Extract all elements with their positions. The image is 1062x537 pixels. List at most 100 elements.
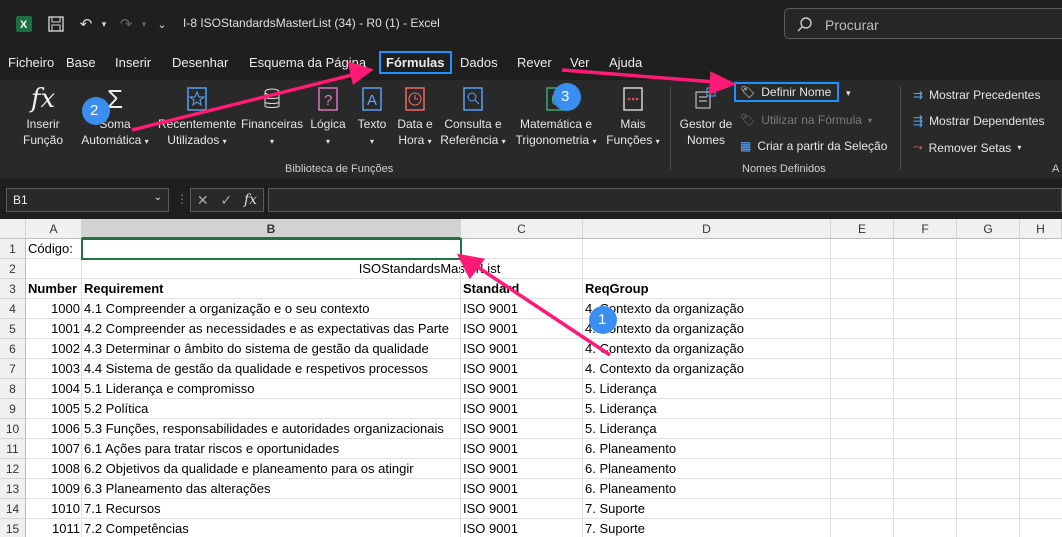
tab-formulas[interactable]: Fórmulas [379,51,452,74]
tab-ficheiro[interactable]: Ficheiro [8,55,54,70]
cell-d6[interactable]: 4. Contexto da organização [583,339,831,359]
column-header-a[interactable]: A [26,219,82,239]
save-icon[interactable] [44,12,68,36]
cell-d11[interactable]: 6. Planeamento [583,439,831,459]
tab-desenhar[interactable]: Desenhar [172,55,228,70]
cell-a8[interactable]: 1004 [26,379,82,399]
cell-a4[interactable]: 1000 [26,299,82,319]
name-manager-button[interactable]: Gestor de Nomes [676,86,736,148]
cell-d14[interactable]: 7. Suporte [583,499,831,519]
tab-rever[interactable]: Rever [517,55,552,70]
cell-d9[interactable]: 5. Liderança [583,399,831,419]
cell-c15[interactable]: ISO 9001 [461,519,583,537]
tab-ver[interactable]: Ver [570,55,590,70]
cell-a6[interactable]: 1002 [26,339,82,359]
cell-a11[interactable]: 1007 [26,439,82,459]
formula-input[interactable] [268,188,1062,212]
cell-a9[interactable]: 1005 [26,399,82,419]
row-header[interactable]: 8 [0,379,26,399]
name-box[interactable]: B1 ⌄ [6,188,169,212]
column-header-f[interactable]: F [894,219,957,239]
cell-b9[interactable]: 5.2 Política [82,399,461,419]
lookup-button[interactable]: Consulta e Referência ▾ [438,86,508,150]
undo-dropdown-icon[interactable]: ▾ [98,12,110,36]
cell-a5[interactable]: 1001 [26,319,82,339]
cell-c8[interactable]: ISO 9001 [461,379,583,399]
row-header[interactable]: 15 [0,519,26,537]
cell-c14[interactable]: ISO 9001 [461,499,583,519]
insert-function-icon[interactable]: fx [244,192,257,208]
tab-base[interactable]: Base [66,55,96,70]
cell-d7[interactable]: 4. Contexto da organização [583,359,831,379]
spreadsheet-grid[interactable]: A B C D E F G H 1 Código: 2 ISOStandardsMas… [0,219,1062,537]
cell-b4[interactable]: 4.1 Compreender a organização e o seu co… [82,299,461,319]
more-functions-button[interactable]: Mais Funções ▾ [604,86,662,150]
cell-b6[interactable]: 4.3 Determinar o âmbito do sistema de ge… [82,339,461,359]
row-header[interactable]: 9 [0,399,26,419]
remove-arrows-button[interactable]: ⤳ Remover Setas ▾ [913,140,1021,155]
cell-a15[interactable]: 1011 [26,519,82,537]
row-header[interactable]: 14 [0,499,26,519]
cell-a12[interactable]: 1008 [26,459,82,479]
tab-ajuda[interactable]: Ajuda [609,55,642,70]
column-header-g[interactable]: G [957,219,1020,239]
create-from-selection-button[interactable]: ▦ Criar a partir da Seleção [740,139,887,153]
column-header-d[interactable]: D [583,219,831,239]
cell-b10[interactable]: 5.3 Funções, responsabilidades e autorid… [82,419,461,439]
formula-bar-splitter-icon[interactable]: ⋮ [176,192,188,206]
cell-c9[interactable]: ISO 9001 [461,399,583,419]
cell-b14[interactable]: 7.1 Recursos [82,499,461,519]
datetime-button[interactable]: Data e Hora ▾ [394,86,436,150]
cell-c3[interactable]: Standard [461,279,583,299]
cell-b13[interactable]: 6.3 Planeamento das alterações [82,479,461,499]
cell-d8[interactable]: 5. Liderança [583,379,831,399]
enter-icon[interactable]: ✓ [220,192,232,209]
cell-a7[interactable]: 1003 [26,359,82,379]
column-header-c[interactable]: C [461,219,583,239]
cell-c11[interactable]: ISO 9001 [461,439,583,459]
cell-b5[interactable]: 4.2 Compreender as necessidades e as exp… [82,319,461,339]
customize-toolbar-icon[interactable]: ⌄ [155,12,169,36]
cell-a3[interactable]: Number [26,279,82,299]
cell-a1[interactable]: Código: [26,239,82,259]
column-header-h[interactable]: H [1020,219,1062,239]
select-all-corner[interactable] [0,219,26,239]
row-header[interactable]: 4 [0,299,26,319]
row-header[interactable]: 13 [0,479,26,499]
row-header[interactable]: 10 [0,419,26,439]
cell-c2[interactable] [461,259,583,279]
cell-b7[interactable]: 4.4 Sistema de gestão da qualidade e res… [82,359,461,379]
tab-esquema[interactable]: Esquema da Página [249,55,366,70]
column-header-e[interactable]: E [831,219,894,239]
define-name-button[interactable]: 🏷 Definir Nome [734,82,840,102]
tab-dados[interactable]: Dados [460,55,498,70]
cell-b8[interactable]: 5.1 Liderança e compromisso [82,379,461,399]
chevron-down-icon[interactable]: ⌄ [154,192,162,203]
insert-function-button[interactable]: fx Inserir Função [16,86,70,148]
row-header[interactable]: 3 [0,279,26,299]
row-header[interactable]: 11 [0,439,26,459]
cell-a14[interactable]: 1010 [26,499,82,519]
math-trig-button[interactable]: θ Matemática e Trigonometria ▾ [512,86,600,150]
cell-d15[interactable]: 7. Suporte [583,519,831,537]
column-header-b[interactable]: B [82,219,461,239]
logical-button[interactable]: ? Lógica ▾ [306,86,350,150]
cell-d13[interactable]: 6. Planeamento [583,479,831,499]
row-header[interactable]: 1 [0,239,26,259]
cell-c7[interactable]: ISO 9001 [461,359,583,379]
cell-b3[interactable]: Requirement [82,279,461,299]
cancel-icon[interactable]: ✕ [197,192,209,209]
cell-d12[interactable]: 6. Planeamento [583,459,831,479]
cell-c10[interactable]: ISO 9001 [461,419,583,439]
cell-d5[interactable]: 4. Contexto da organização [583,319,831,339]
row-header[interactable]: 5 [0,319,26,339]
tab-inserir[interactable]: Inserir [115,55,151,70]
cell-c12[interactable]: ISO 9001 [461,459,583,479]
cell-d4[interactable]: 4. Contexto da organização [583,299,831,319]
cell-c1[interactable] [461,239,583,259]
cell-b12[interactable]: 6.2 Objetivos da qualidade e planeamento… [82,459,461,479]
trace-precedents-button[interactable]: ⇉ Mostrar Precedentes [913,88,1040,102]
selected-cell-b1[interactable] [81,238,462,260]
row-header[interactable]: 7 [0,359,26,379]
cell-c5[interactable]: ISO 9001 [461,319,583,339]
